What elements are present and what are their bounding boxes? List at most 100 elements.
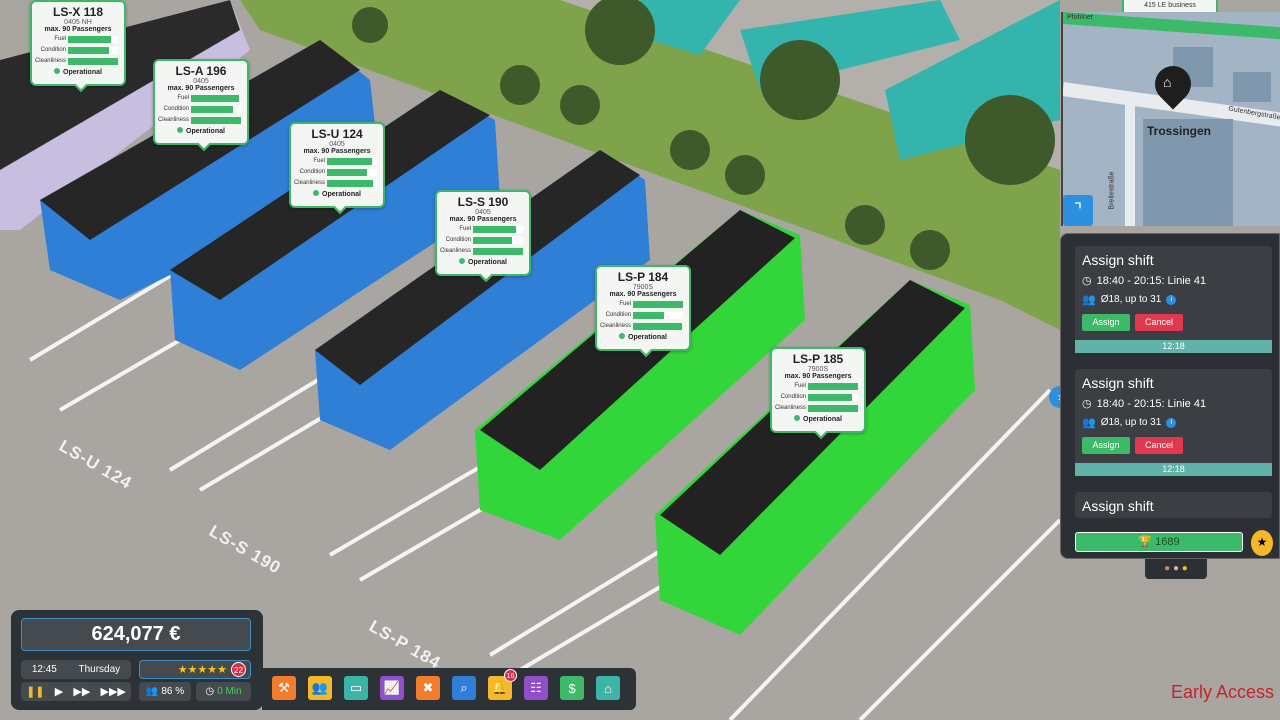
money-display: 624,077 € bbox=[21, 618, 251, 651]
bus-capacity: max. 90 Passengers bbox=[449, 216, 517, 223]
bus-id: LS-X 118 bbox=[52, 5, 104, 19]
depot-button[interactable]: ⌂ bbox=[596, 676, 620, 700]
fuel-fill bbox=[68, 35, 111, 43]
search-window-button[interactable]: ⌕ bbox=[452, 676, 476, 700]
shift-time: ◷ 18:40 - 20:15: Linie 41 bbox=[1075, 391, 1272, 411]
status: Operational bbox=[32, 68, 124, 76]
condition-bar bbox=[633, 311, 683, 319]
bus-tooltip[interactable]: LS-X 118 0405 NH max. 90 Passengers Fuel Con… bbox=[30, 0, 126, 86]
status-text: Operational bbox=[63, 69, 102, 76]
status-ok-icon bbox=[459, 258, 466, 264]
cleanliness-label: Cleanliness bbox=[34, 58, 66, 64]
condition-bar bbox=[191, 105, 241, 113]
rating-display[interactable]: ★★★★★ 22 bbox=[139, 660, 251, 679]
bus-id: LS-U 124 bbox=[311, 127, 363, 141]
fuel-label: Fuel bbox=[459, 226, 471, 232]
fast-forward-button[interactable]: ▶▶ bbox=[73, 685, 90, 698]
map-road bbox=[1125, 97, 1135, 226]
fuel-label: Fuel bbox=[177, 95, 189, 101]
expand-map-icon[interactable]: ⌝ bbox=[1063, 195, 1093, 226]
fuel-bar bbox=[473, 225, 523, 233]
staff-button[interactable]: 👥 bbox=[308, 676, 332, 700]
status-ok-icon bbox=[794, 415, 801, 421]
cleanliness-label: Cleanliness bbox=[774, 405, 806, 411]
medal-tray[interactable]: ● ● ● bbox=[1145, 559, 1207, 579]
status-ok-icon bbox=[177, 127, 184, 133]
fuel-fill bbox=[633, 300, 683, 308]
info-icon[interactable]: i bbox=[1166, 294, 1177, 305]
shift-passengers: 👥 Ø18, up to 31 i bbox=[1075, 287, 1272, 306]
info-icon[interactable]: i bbox=[1166, 417, 1177, 428]
minimap[interactable]: ⌂ Trossingen Gutenbergstraße Breitestraß… bbox=[1061, 12, 1280, 226]
condition-label: Condition bbox=[40, 47, 66, 53]
shift-title: Assign shift bbox=[1082, 252, 1154, 268]
bus-model: 7900S bbox=[807, 366, 829, 373]
shift-deadline: 12:18 bbox=[1075, 463, 1272, 476]
medal-silver-icon: ● bbox=[1172, 563, 1180, 574]
cleanliness-label: Cleanliness bbox=[439, 248, 471, 254]
fastest-button[interactable]: ▶▶▶ bbox=[100, 685, 125, 698]
condition-fill bbox=[473, 236, 512, 244]
shift-card: Assign shift bbox=[1075, 492, 1272, 518]
bus-id: LS-S 190 bbox=[457, 195, 509, 209]
finance-button[interactable]: $ bbox=[560, 676, 584, 700]
bus-tooltip[interactable]: LS-A 196 0405 max. 90 Passengers Fuel Condit… bbox=[153, 59, 249, 145]
fuel-bar bbox=[327, 157, 377, 165]
bus-tooltip[interactable]: LS-P 184 7900S max. 90 Passengers Fuel Condi… bbox=[595, 265, 691, 351]
cancel-button[interactable]: Cancel bbox=[1135, 437, 1183, 454]
condition-label: Condition bbox=[445, 237, 471, 243]
fuel-row: Fuel bbox=[155, 93, 247, 103]
map-road-main bbox=[1063, 12, 1280, 41]
notification-badge: 16 bbox=[504, 669, 517, 682]
schedule-button[interactable]: ☷ bbox=[524, 676, 548, 700]
bell-button[interactable]: 🔔 16 bbox=[488, 669, 517, 700]
tools-button[interactable]: ⚒ bbox=[272, 676, 296, 700]
map-street-label: Breitestraße bbox=[1108, 171, 1116, 210]
bus-tooltip[interactable]: LS-U 124 0405 max. 90 Passengers Fuel Condit… bbox=[289, 122, 385, 208]
bus-model: 7900S bbox=[632, 284, 654, 291]
workshop-button[interactable]: ✖ bbox=[416, 676, 440, 700]
status: Operational bbox=[597, 333, 689, 341]
bus-tooltip[interactable]: LS-P 185 7900S max. 90 Passengers Fuel Condi… bbox=[770, 347, 866, 433]
shift-title: Assign shift bbox=[1082, 498, 1154, 514]
bus-capacity: max. 90 Passengers bbox=[784, 373, 852, 380]
bus-model: 0405 bbox=[329, 141, 345, 148]
condition-fill bbox=[191, 105, 233, 113]
people-icon: 👥 bbox=[1082, 294, 1096, 306]
satisfaction-display: 👥 86 % bbox=[139, 682, 191, 701]
cancel-button[interactable]: Cancel bbox=[1135, 314, 1183, 331]
score-bar: 🏆 1689 bbox=[1075, 532, 1243, 552]
cleanliness-label: Cleanliness bbox=[293, 180, 325, 186]
cleanliness-label: Cleanliness bbox=[599, 323, 631, 329]
condition-fill bbox=[68, 46, 109, 54]
cleanliness-row: Cleanliness bbox=[32, 56, 124, 66]
fuel-bar bbox=[68, 35, 118, 43]
cleanliness-bar bbox=[633, 322, 683, 330]
cleanliness-bar bbox=[473, 247, 523, 255]
bus-tooltip[interactable]: LS-S 190 0405 max. 90 Passengers Fuel Condit… bbox=[435, 190, 531, 276]
cleanliness-fill bbox=[633, 322, 682, 330]
finance-icon: $ bbox=[568, 680, 576, 696]
shift-deadline: 12:18 bbox=[1075, 340, 1272, 353]
status-hud: 624,077 € 12:45 Thursday ★★★★★ 22 ❚❚ ▶ ▶▶ ▶▶▶… bbox=[11, 610, 263, 710]
score-value: 1689 bbox=[1155, 536, 1180, 548]
condition-bar bbox=[473, 236, 523, 244]
pause-button[interactable]: ❚❚ bbox=[26, 685, 44, 698]
map-depot-label: Trossingen bbox=[1147, 124, 1212, 138]
cleanliness-bar bbox=[327, 179, 377, 187]
bus-button[interactable]: ▭ bbox=[344, 676, 368, 700]
medal-gold-icon[interactable]: ★ bbox=[1251, 530, 1273, 556]
bus-model: 0405 bbox=[475, 209, 491, 216]
assign-button[interactable]: Assign bbox=[1082, 314, 1130, 331]
cleanliness-label: Cleanliness bbox=[157, 117, 189, 123]
condition-row: Condition bbox=[772, 392, 864, 402]
shift-time-text: 18:40 - 20:15: Linie 41 bbox=[1096, 397, 1207, 410]
play-button[interactable]: ▶ bbox=[55, 685, 63, 698]
clock-icon: ◷ bbox=[1082, 398, 1092, 410]
status-text: Operational bbox=[803, 416, 842, 423]
cleanliness-fill bbox=[68, 57, 118, 65]
statistics-button[interactable]: 📈 bbox=[380, 676, 404, 700]
condition-bar bbox=[327, 168, 377, 176]
assign-button[interactable]: Assign bbox=[1082, 437, 1130, 454]
shift-card: Assign shift ◷ 18:40 - 20:15: Linie 41 👥 Ø1… bbox=[1075, 246, 1272, 353]
